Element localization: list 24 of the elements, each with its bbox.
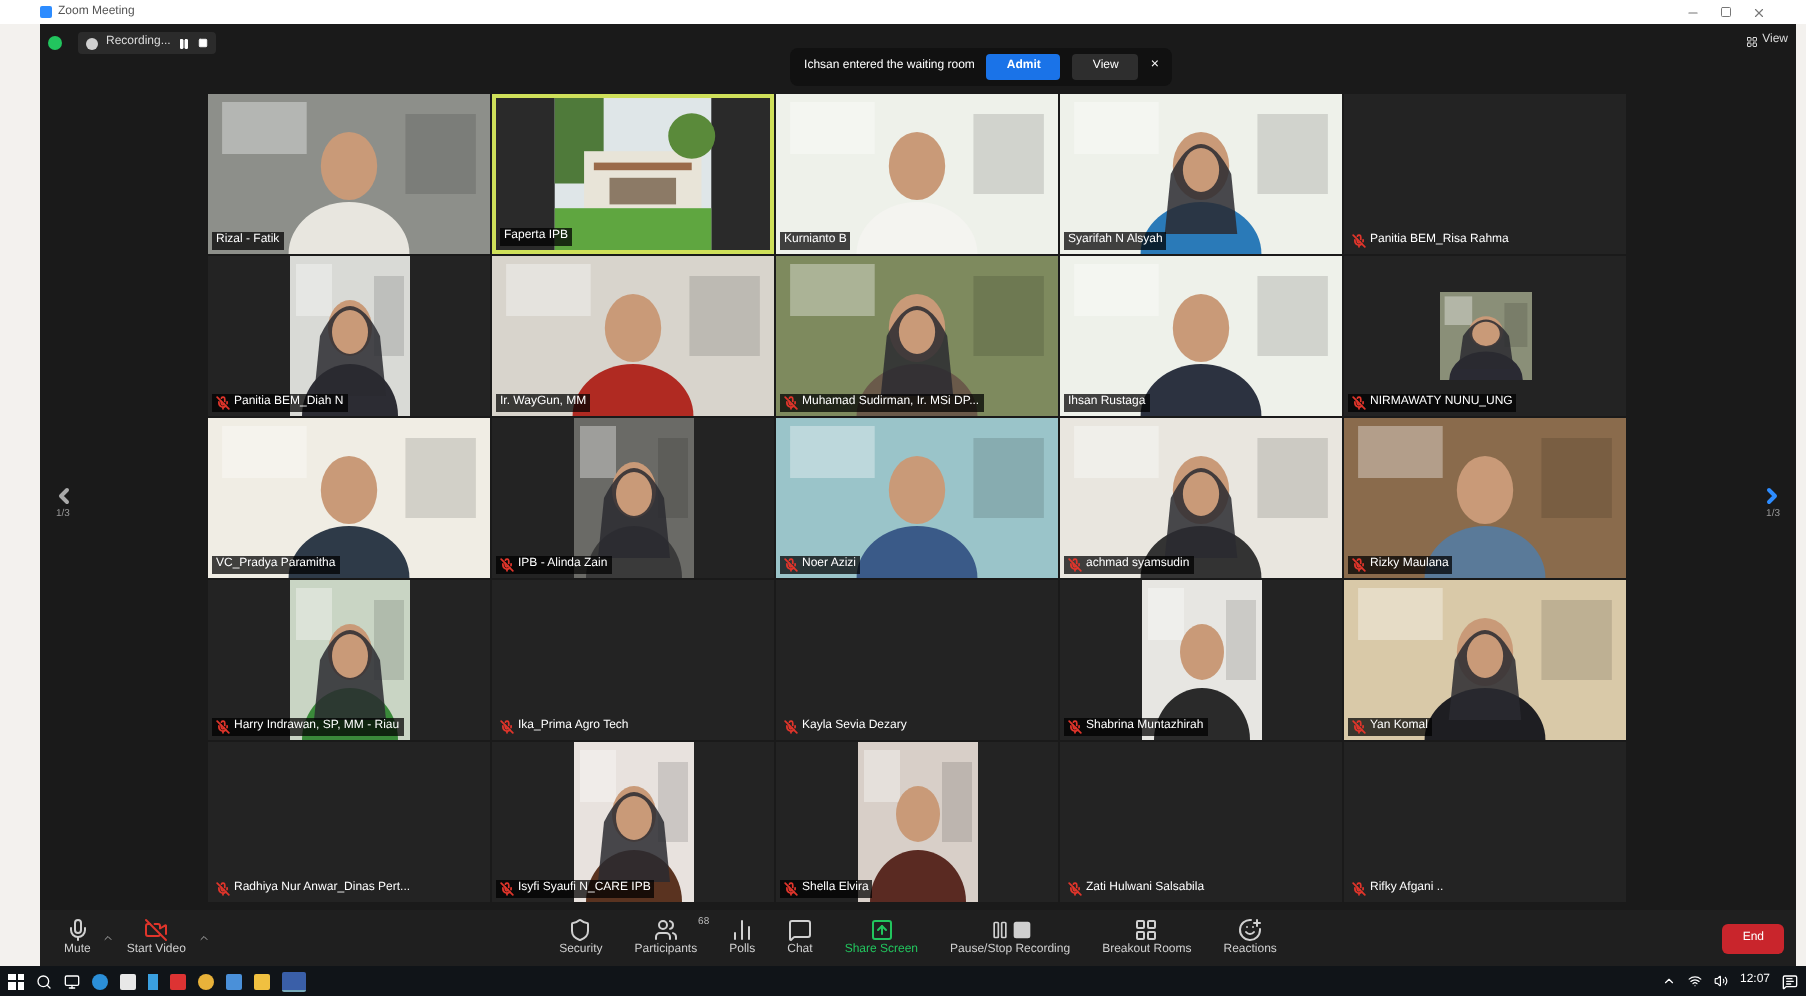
video-off-icon	[144, 918, 169, 942]
microphone-icon	[65, 918, 90, 942]
participants-icon	[653, 918, 678, 942]
search-icon[interactable]	[36, 973, 52, 989]
pause-icon[interactable]	[178, 37, 191, 49]
pause-stop-icon	[989, 918, 1032, 942]
windows-start-icon[interactable]	[8, 973, 24, 989]
zoom-app-icon	[40, 6, 52, 18]
grid-icon	[1746, 35, 1759, 47]
close-icon[interactable]	[1752, 5, 1766, 19]
share-screen-icon	[869, 918, 894, 942]
task-view-icon[interactable]	[64, 973, 80, 989]
taskbar-app-icon[interactable]	[282, 971, 306, 991]
grid-icon	[1134, 918, 1159, 942]
wifi-icon[interactable]	[1687, 974, 1702, 988]
maximize-icon[interactable]	[1720, 6, 1732, 18]
caret-icon[interactable]	[1661, 974, 1676, 988]
recording-icon	[86, 37, 98, 49]
stop-icon[interactable]	[198, 38, 209, 48]
chat-icon	[787, 918, 812, 942]
smiley-icon	[1238, 918, 1263, 942]
volume-icon[interactable]	[1713, 974, 1728, 988]
notifications-icon[interactable]	[1782, 973, 1798, 989]
bar-chart-icon	[730, 918, 755, 942]
